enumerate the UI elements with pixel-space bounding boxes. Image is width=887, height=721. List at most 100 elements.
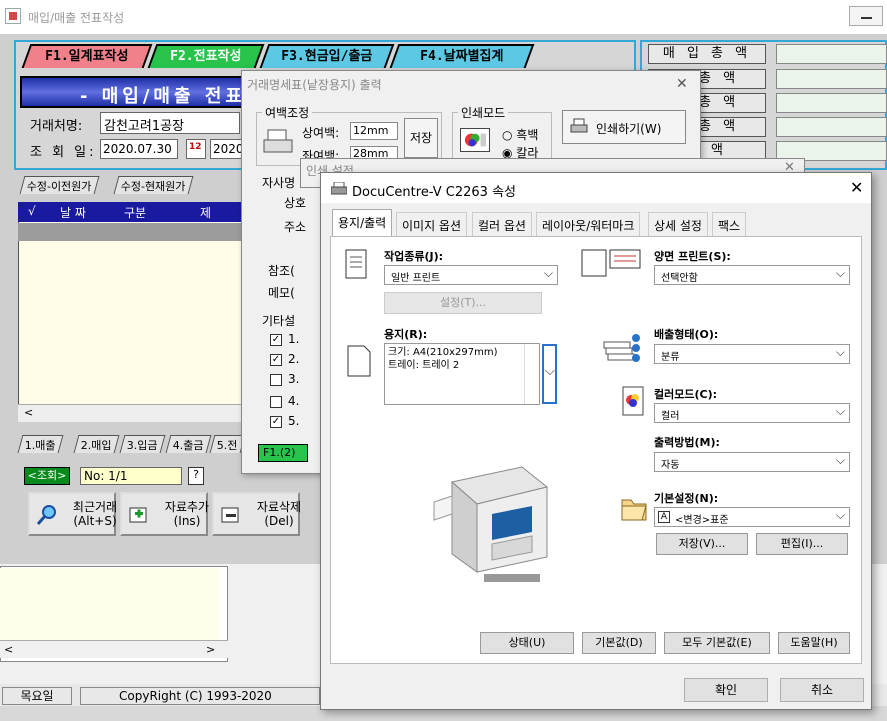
save-margin-button[interactable]: 저장 [404,118,438,158]
status-copyright: CopyRight (C) 1993-2020 SemiCom [80,687,320,719]
settings-button[interactable]: 설정(T)... [384,292,542,314]
preset-save-button[interactable]: 저장(V)... [656,533,748,555]
color-palette-icon [460,128,490,152]
close-icon[interactable]: ✕ [850,178,863,197]
all-default-button[interactable]: 모두 기본값(E) [664,632,770,654]
help-button[interactable]: 도움말(H) [778,632,850,654]
option-checkbox[interactable]: ✓ [270,416,282,428]
grid-header-date: 날 짜 [60,206,86,220]
color-mode-icon [622,386,644,416]
tab-statement[interactable]: 5.전 [209,435,246,453]
tab-withdraw[interactable]: 4.출금 [165,435,212,453]
preset-select[interactable]: A <변경>표준 [654,507,850,527]
duplex-select[interactable]: 선택안함 [654,265,850,285]
output-label: 배출형태(O): [654,328,719,341]
preset-type-icon: A [658,511,670,523]
purchase-total-label[interactable]: 매 입 총 액 [648,44,766,64]
subtab-previous-cost[interactable]: 수정-이전원가 [19,176,100,194]
tab-image-options[interactable]: 이미지 옵션 [396,212,468,236]
paper-dropdown-button[interactable] [542,344,557,404]
vendor-input[interactable]: 감천고려1공장 [100,112,240,134]
preset-value: <변경>표준 [675,515,729,526]
table-row[interactable] [18,223,244,241]
paper-label: 용지(R): [384,328,428,341]
printer-icon [570,118,588,133]
option-checkbox[interactable] [270,396,282,408]
recent-transactions-button[interactable]: 최근거래 (Alt+S) [28,492,117,536]
tab-sales[interactable]: 1.매출 [17,435,64,453]
purchase-total-value [776,44,887,64]
ok-button[interactable]: 확인 [684,678,768,702]
vendor-label: 거래처명: [30,119,83,134]
status-button[interactable]: 상태(U) [480,632,574,654]
close-icon[interactable]: ✕ [676,76,688,92]
reference-label: 참조( [268,264,295,278]
printer-properties-title: DocuCentre-V C2263 속성 [352,185,516,200]
tab-voucher-entry[interactable]: F2.전표작성 [147,44,265,68]
minimize-button[interactable] [849,6,883,26]
tab-layout-watermark[interactable]: 레이아웃/워터마크 [536,212,641,236]
duplex-icon [581,249,641,277]
tab-date-summary[interactable]: F4.날짜별집계 [389,44,535,68]
output-select[interactable]: 분류 [654,344,850,364]
query-mode-badge: <조회> [24,467,70,485]
printer-icon [263,129,293,153]
tab-color-options[interactable]: 컬러 옵션 [472,212,532,236]
folder-icon [621,499,647,521]
status-day: 목요일 [2,687,72,705]
lower-list-content [0,568,220,640]
search-icon [36,505,56,525]
option-label: 5. [288,414,300,428]
calendar-icon[interactable] [186,139,206,159]
subtab-current-cost[interactable]: 수정-현재원가 [113,176,194,194]
tab-daily-summary[interactable]: F1.일계표작성 [21,44,153,68]
option-checkbox[interactable]: ✓ [270,334,282,346]
color-mode-label: 컬러모드(C): [654,388,718,401]
paper-list-scrollbar[interactable] [524,344,539,404]
paper-info-list: 크기: A4(210x297mm) 트레이: 트레이 2 [384,343,540,405]
withdraw-total-value [776,117,887,137]
cancel-button[interactable]: 취소 [780,678,864,702]
date-to-input[interactable]: 2020 [210,139,244,159]
grid-header-type: 구분 [124,206,147,220]
option-label: 4. [288,394,300,408]
main-titlebar [0,0,887,34]
tab-paper-output[interactable]: 용지/출력 [332,209,393,237]
statement-dialog-title: 거래명세표(낱장용지) 출력 [247,78,382,92]
job-type-select[interactable]: 일반 프린트 [384,265,558,285]
document-title: - 매입/매출 전표 [80,86,246,107]
tab-fax[interactable]: 팩스 [712,212,747,236]
radio-black-white[interactable]: ○ 흑백 [502,126,538,143]
output-method-select[interactable]: 자동 [654,452,850,472]
lower-horizontal-scrollbar[interactable]: < > [0,640,228,658]
option-checkbox[interactable]: ✓ [270,354,282,366]
option-label: 1. [288,332,300,346]
tab-purchase[interactable]: 2.매입 [73,435,120,453]
memo-label: 메모( [268,286,295,300]
tab-cash-inout[interactable]: F3.현금입/출금 [259,44,395,68]
document-icon [345,249,367,279]
statement-tab[interactable]: F1.(2) [258,444,308,462]
add-record-button[interactable]: 자료추가 (Ins) [120,492,209,536]
deposit-total-value [776,93,887,113]
paper-tray-text: 트레이: 트레이 2 [388,360,460,371]
option-checkbox[interactable] [270,374,282,386]
help-button[interactable]: ? [188,467,204,485]
date-from-input[interactable]: 2020.07.30 [100,139,178,159]
default-button[interactable]: 기본값(D) [582,632,656,654]
top-margin-input[interactable]: 12mm [350,122,398,140]
tab-deposit[interactable]: 3.입금 [119,435,166,453]
margin-group-label: 여백조정 [262,104,313,121]
add-document-icon [129,507,147,523]
company-group-label: 자사명 [262,176,296,190]
duplex-label: 양면 프린트(S): [654,250,731,263]
top-margin-label: 상여백: [302,126,340,140]
job-type-label: 작업종류(J): [384,250,444,263]
date-label: 조 회 일: [30,145,97,160]
tab-advanced[interactable]: 상세 설정 [648,212,708,236]
delete-record-button[interactable]: 자료삭제 (Del) [212,492,301,536]
paper-size-text: 크기: A4(210x297mm) [388,347,498,358]
preset-edit-button[interactable]: 편집(I)... [756,533,848,555]
color-mode-select[interactable]: 컬러 [654,403,850,423]
grid-horizontal-scrollbar[interactable]: < [18,404,244,422]
